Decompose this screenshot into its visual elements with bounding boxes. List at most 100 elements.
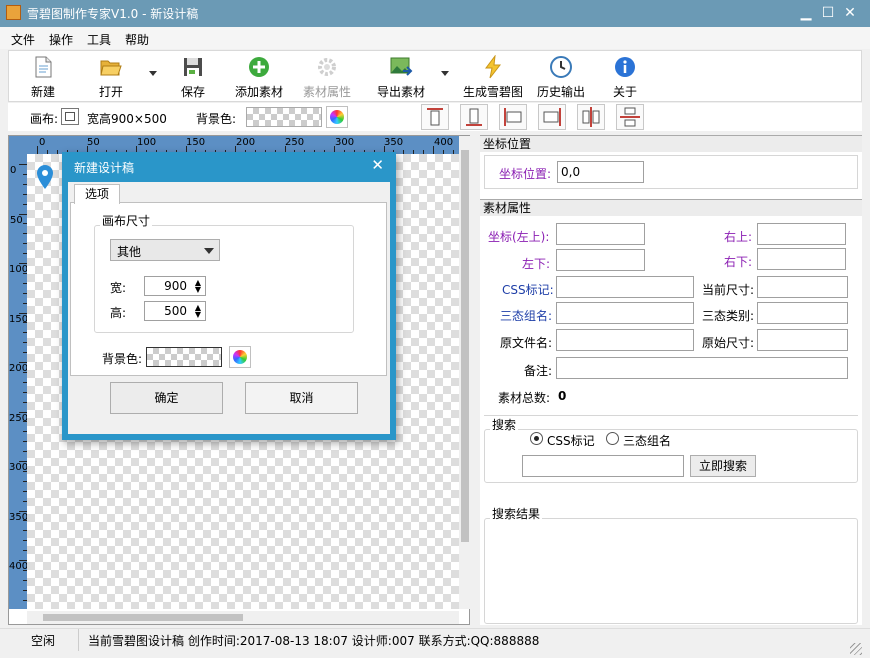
cancel-button[interactable]: 取消 — [245, 382, 358, 414]
canvas-size-group-label: 画布尺寸 — [100, 212, 153, 229]
align-right-icon[interactable] — [538, 104, 566, 130]
orig-file-input[interactable] — [556, 329, 694, 351]
export-material-button[interactable]: 导出素材 — [373, 53, 429, 101]
orig-size-label: 原始尺寸: — [702, 336, 755, 350]
orig-file-label: 原文件名: — [500, 336, 553, 350]
left-top-input[interactable] — [556, 223, 645, 245]
tab-options[interactable]: 选项 — [74, 184, 120, 204]
height-value: 500 — [164, 304, 187, 318]
new-design-dialog: 新建设计稿 ✕ 选项 画布尺寸 其他 宽: 900 ▲ ▼ 高: 500 ▲ ▼ 背… — [62, 152, 396, 440]
menu-bar: 文件 操作 工具 帮助 — [0, 27, 870, 49]
coord-input[interactable]: 0,0 — [557, 161, 644, 183]
new-label: 新建 — [30, 85, 55, 99]
ruler-tick — [19, 510, 27, 512]
status-divider — [78, 629, 79, 651]
radio-tristate-label: 三态组名 — [623, 434, 672, 448]
tristate-type-label: 三态类别: — [702, 309, 755, 323]
close-button[interactable]: ✕ — [840, 3, 860, 23]
search-button[interactable]: 立即搜索 — [690, 455, 756, 477]
ruler-top-label: 0 — [39, 137, 46, 148]
menu-operate[interactable]: 操作 — [49, 31, 73, 48]
canvas-settings-icon[interactable] — [61, 108, 79, 125]
coord-label: 坐标位置: — [499, 167, 552, 181]
radio-css-tag[interactable] — [530, 432, 543, 445]
height-stepper[interactable]: 500 ▲ ▼ — [144, 301, 206, 321]
ruler-corner — [9, 136, 27, 154]
open-dropdown-icon[interactable] — [149, 71, 157, 76]
size-preset-select[interactable]: 其他 — [110, 239, 220, 261]
history-output-button[interactable]: 历史输出 — [533, 53, 589, 101]
ruler-left-label: 50 — [10, 215, 23, 226]
ruler-top-label: 100 — [137, 137, 157, 148]
radio-tristate[interactable] — [606, 432, 619, 445]
material-section-header: 素材属性 — [480, 199, 862, 216]
resize-grip-icon[interactable] — [850, 643, 862, 655]
search-results-box[interactable] — [484, 518, 858, 624]
right-bottom-input[interactable] — [757, 248, 846, 270]
title-bar: 雪碧图制作专家V1.0 - 新设计稿 ▁ ☐ ✕ — [0, 0, 870, 27]
export-dropdown-icon[interactable] — [441, 71, 449, 76]
stepper-arrows-icon[interactable]: ▲ ▼ — [195, 304, 201, 319]
maximize-button[interactable]: ☐ — [818, 3, 838, 23]
menu-help[interactable]: 帮助 — [125, 31, 149, 48]
width-value: 900 — [164, 279, 187, 293]
vertical-scroll-thumb[interactable] — [461, 150, 469, 542]
width-stepper[interactable]: 900 ▲ ▼ — [144, 276, 206, 296]
new-button[interactable]: 新建 — [19, 53, 67, 101]
right-top-input[interactable] — [757, 223, 846, 245]
info-icon — [615, 57, 635, 77]
menu-tools[interactable]: 工具 — [87, 31, 111, 48]
ruler-tick — [19, 411, 27, 413]
generate-sprite-button[interactable]: 生成雪碧图 — [461, 53, 525, 101]
ruler-tick — [19, 560, 27, 561]
align-top-icon[interactable] — [421, 104, 449, 130]
location-pin-icon[interactable] — [35, 164, 55, 190]
menu-file[interactable]: 文件 — [11, 31, 35, 48]
align-center-h-icon[interactable] — [577, 104, 605, 130]
dialog-bg-swatch[interactable] — [146, 347, 222, 367]
ok-button[interactable]: 确定 — [110, 382, 223, 414]
ruler-top-label: 350 — [384, 137, 404, 148]
about-label: 关于 — [612, 85, 637, 99]
add-material-button[interactable]: 添加素材 — [231, 53, 287, 101]
current-size-input[interactable] — [757, 276, 848, 298]
material-props-button[interactable]: 素材属性 — [299, 53, 355, 101]
lightning-icon — [485, 55, 502, 79]
left-top-label: 坐标(左上): — [488, 230, 550, 244]
css-tag-input[interactable] — [556, 276, 694, 298]
stepper-arrows-icon[interactable]: ▲ ▼ — [195, 279, 201, 294]
ruler-top-label: 300 — [335, 137, 355, 148]
divider — [484, 415, 858, 416]
material-props-label: 素材属性 — [302, 85, 351, 99]
align-left-icon[interactable] — [499, 104, 527, 130]
minimize-button[interactable]: ▁ — [796, 3, 816, 23]
align-bottom-icon[interactable] — [460, 104, 488, 130]
window-title: 雪碧图制作专家V1.0 - 新设计稿 — [27, 7, 199, 21]
ruler-left: 0 50 100 150 200 250 300 350 400 — [9, 154, 27, 609]
save-label: 保存 — [180, 85, 205, 99]
folder-open-icon — [100, 60, 122, 76]
coord-section-header: 坐标位置 — [480, 135, 862, 152]
horizontal-scroll-thumb[interactable] — [43, 614, 243, 621]
horizontal-scrollbar[interactable] — [27, 611, 459, 624]
search-input[interactable] — [522, 455, 684, 477]
canvas-label: 画布: — [30, 112, 59, 126]
save-button[interactable]: 保存 — [169, 53, 217, 101]
radio-css-tag-label: CSS标记 — [547, 434, 595, 448]
note-input[interactable] — [556, 357, 848, 379]
align-center-v-icon[interactable] — [616, 104, 644, 130]
open-button[interactable]: 打开 — [87, 53, 135, 101]
vertical-scrollbar[interactable] — [459, 136, 471, 609]
orig-size-input[interactable] — [757, 329, 848, 351]
dialog-color-palette-icon[interactable] — [229, 346, 251, 368]
about-button[interactable]: 关于 — [605, 53, 645, 101]
tristate-group-input[interactable] — [556, 302, 694, 324]
width-label: 宽: — [110, 281, 127, 295]
dialog-close-icon[interactable]: ✕ — [371, 156, 384, 174]
bg-color-swatch[interactable] — [246, 107, 322, 127]
color-palette-icon[interactable] — [326, 106, 348, 128]
left-bottom-input[interactable] — [556, 249, 645, 271]
dialog-body: 选项 画布尺寸 其他 宽: 900 ▲ ▼ 高: 500 ▲ ▼ 背景色: 确定 取… — [68, 182, 390, 434]
tristate-type-input[interactable] — [757, 302, 848, 324]
dialog-bg-label: 背景色: — [102, 352, 143, 366]
